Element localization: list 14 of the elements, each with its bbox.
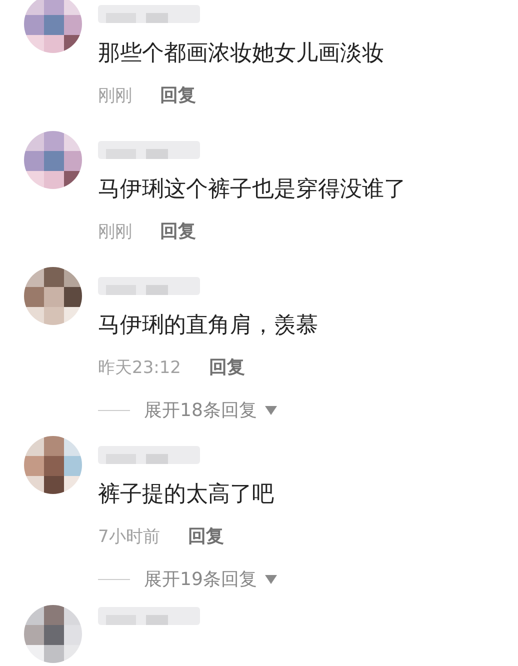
comment-text: 那些个都画浓妆她女儿画淡妆 [98,40,384,68]
comment-text: 马伊琍的直角肩，羡慕 [98,312,318,340]
timestamp: 昨天23:12 [98,356,181,378]
timestamp: 刚刚 [98,220,132,242]
reply-link[interactable]: 回复 [160,83,196,107]
expand-replies-button[interactable]: 展开19条回复 [144,567,257,591]
reply-link[interactable]: 回复 [188,524,224,548]
comment-text: 马伊琍这个裤子也是穿得没谁了 [98,176,406,204]
comment-text: 裤子提的太高了吧 [98,481,274,509]
reply-link[interactable]: 回复 [209,355,245,379]
timestamp: 刚刚 [98,84,132,106]
expand-replies-button[interactable]: 展开18条回复 [144,398,257,422]
reply-link[interactable]: 回复 [160,219,196,243]
timestamp: 7小时前 [98,526,160,548]
